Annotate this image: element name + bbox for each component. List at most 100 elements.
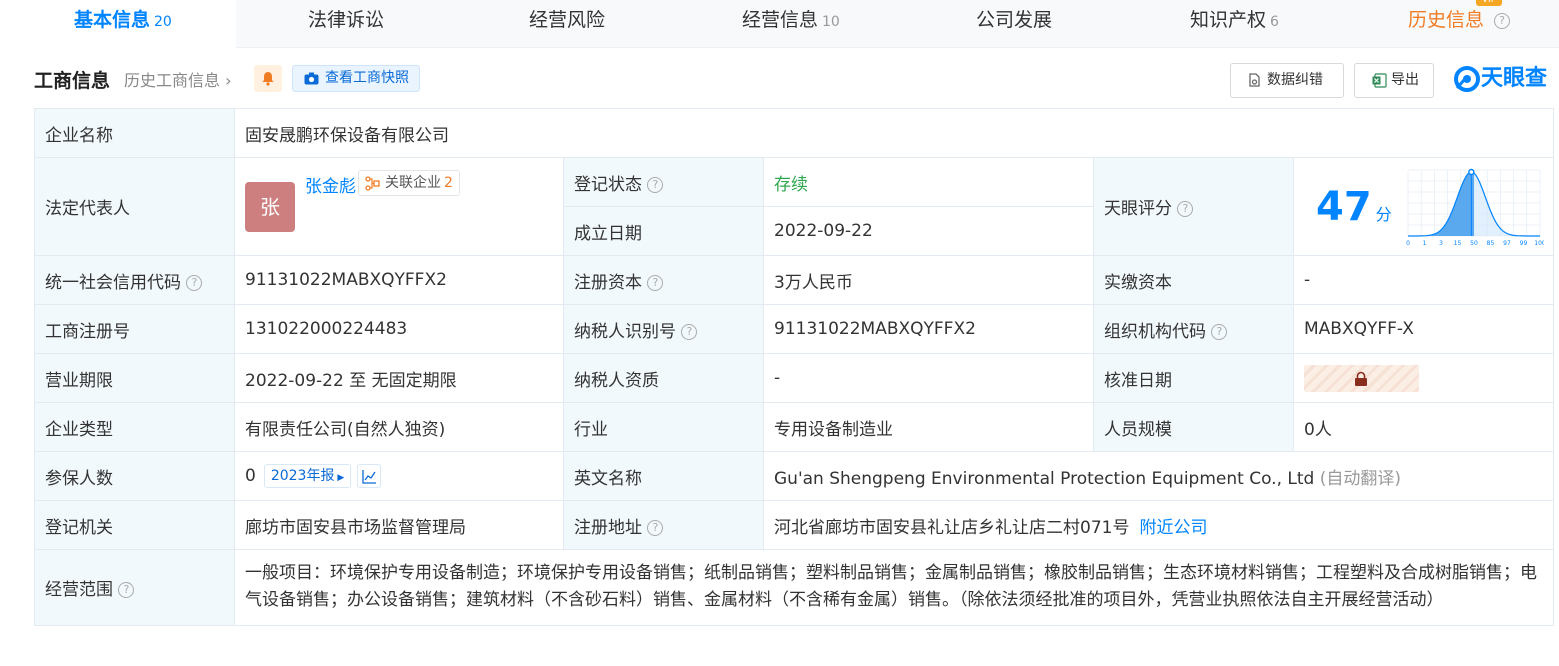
score-value: 47	[1316, 184, 1372, 230]
related-company-button[interactable]: 关联企业 2	[358, 169, 460, 196]
table-row: 参保人数 0 2023年报 ▶ 英文名称 Gu'an Shengpeng Envi…	[34, 451, 1554, 501]
tab-basic-info[interactable]: 基本信息 20	[14, 0, 236, 48]
snapshot-label: 查看工商快照	[325, 70, 409, 86]
tab-operation[interactable]: 经营信息 10	[742, 0, 840, 48]
vip-badge: VIP	[1476, 0, 1503, 6]
history-business-link[interactable]: 历史工商信息 ›	[124, 67, 232, 91]
credit-code-label-text: 统一社会信用代码	[45, 272, 181, 293]
taxpayer-id-label: 纳税人识别号 ?	[563, 304, 764, 354]
monitor-bell-button[interactable]	[254, 65, 282, 92]
tab-label: 知识产权	[1190, 9, 1267, 31]
annual-report-button[interactable]: 2023年报 ▶	[263, 464, 352, 488]
help-icon[interactable]: ?	[118, 582, 135, 598]
tick-label: 15	[1454, 240, 1462, 247]
taxpayer-qual-label: 纳税人资质	[563, 353, 764, 403]
tick-label: 0	[1406, 240, 1410, 247]
paid-capital-value: -	[1293, 255, 1554, 305]
address-cell: 河北省廊坊市固安县礼让店乡礼让店二村071号 附近公司	[763, 500, 1554, 550]
top-tab-bar: 基本信息 20 法律诉讼 经营风险 经营信息 10 公司发展 知识产权 6 历史信息 V…	[14, 0, 1559, 48]
scope-value: 一般项目：环境保护专用设备制造；环境保护专用设备销售；纸制品销售；塑料制品销售；…	[234, 549, 1554, 626]
help-icon[interactable]: ?	[1494, 12, 1511, 29]
table-row: 登记机关 廊坊市固安县市场监督管理局 注册地址 ? 河北省廊坊市固安县礼让店乡礼…	[34, 500, 1554, 550]
scope-label: 经营范围 ?	[34, 549, 235, 626]
logo-text: 天眼查	[1481, 66, 1548, 91]
approve-date-label: 核准日期	[1093, 353, 1294, 403]
insured-label: 参保人数	[34, 451, 235, 501]
staff-value: 0人	[1293, 402, 1554, 452]
edit-document-icon	[1249, 73, 1260, 87]
auto-translate-note: (自动翻译)	[1319, 468, 1401, 489]
reg-capital-label: 注册资本 ?	[563, 255, 764, 305]
industry-value: 专用设备制造业	[763, 402, 1094, 452]
history-link-label: 历史工商信息	[124, 71, 221, 90]
scope-label-text: 经营范围	[45, 580, 113, 600]
approve-date-value	[1293, 353, 1554, 403]
tab-count: 20	[154, 14, 172, 30]
annual-report-label: 2023年报	[270, 468, 335, 484]
en-name-value: Gu'an Shengpeng Environmental Protection…	[774, 468, 1315, 489]
help-icon[interactable]: ?	[681, 323, 698, 340]
authority-value: 廊坊市固安县市场监督管理局	[234, 500, 564, 550]
view-snapshot-button[interactable]: 查看工商快照	[292, 65, 420, 92]
help-icon[interactable]: ?	[1177, 201, 1194, 217]
data-correction-button[interactable]: 数据纠错	[1230, 63, 1344, 98]
tab-development[interactable]: 公司发展	[976, 0, 1052, 48]
camera-icon	[304, 72, 319, 85]
score-area	[1408, 172, 1474, 236]
type-label: 企业类型	[34, 402, 235, 452]
tyc-score-cell[interactable]: 47 分 0 1 3 15 50 85 97 99 100	[1293, 157, 1554, 256]
chevron-right-icon: ›	[220, 71, 232, 90]
export-button[interactable]: 导出	[1354, 63, 1434, 98]
tyc-score-label-text: 天眼评分	[1104, 199, 1172, 219]
staff-label: 人员规模	[1093, 402, 1294, 452]
help-icon[interactable]: ?	[647, 519, 664, 536]
lock-icon	[1355, 371, 1367, 386]
tick-label: 3	[1439, 240, 1443, 247]
help-icon[interactable]: ?	[647, 176, 664, 193]
help-icon[interactable]: ?	[186, 274, 203, 291]
reg-capital-value: 3万人民币	[763, 255, 1094, 305]
tab-label: 公司发展	[976, 9, 1053, 31]
table-row: 统一社会信用代码 ? 91131022MABXQYFFX2 注册资本 ? 3万人…	[34, 255, 1554, 305]
tab-history[interactable]: 历史信息 VIP ?	[1408, 0, 1511, 48]
tab-risk[interactable]: 经营风险	[529, 0, 605, 48]
tab-legal[interactable]: 法律诉讼	[308, 0, 384, 48]
reg-capital-label-text: 注册资本	[574, 272, 642, 293]
related-label: 关联企业	[385, 174, 441, 191]
excel-icon	[1372, 73, 1387, 88]
legal-rep-name[interactable]: 张金彪	[305, 177, 356, 197]
taxpayer-id-value: 91131022MABXQYFFX2	[763, 304, 1094, 354]
taxpayer-id-label-text: 纳税人识别号	[574, 321, 676, 342]
help-icon[interactable]: ?	[647, 274, 664, 291]
authority-label: 登记机关	[34, 500, 235, 550]
tab-count: 6	[1270, 14, 1279, 30]
insured-value: 0	[245, 466, 256, 486]
business-info-table: 企业名称 固安晟鹏环保设备有限公司 法定代表人 张张金彪 关联企业 2 登记状态 ?…	[34, 108, 1554, 626]
tab-ip[interactable]: 知识产权 6	[1190, 0, 1279, 48]
table-row: 营业期限 2022-09-22 至 无固定期限 纳税人资质 - 核准日期	[34, 353, 1554, 403]
table-row: 企业类型 有限责任公司(自然人独资) 行业 专用设备制造业 人员规模 0人	[34, 402, 1554, 452]
reg-status-label-text: 登记状态	[574, 174, 642, 195]
paid-capital-label: 实缴资本	[1093, 255, 1294, 305]
org-code-label-text: 组织机构代码	[1104, 321, 1206, 342]
score-unit: 分	[1375, 205, 1392, 224]
help-icon[interactable]: ?	[1211, 323, 1228, 340]
table-row: 法定代表人 张张金彪 关联企业 2 登记状态 ? 存续 天眼评分 ? 47 分 013…	[34, 157, 1554, 256]
reg-status-value: 存续	[763, 157, 1094, 207]
score-display: 47 分	[1316, 184, 1392, 230]
org-code-label: 组织机构代码 ?	[1093, 304, 1294, 354]
logo-icon	[1454, 66, 1480, 92]
table-row: 工商注册号 131022000224483 纳税人识别号 ? 91131022M…	[34, 304, 1554, 354]
tick-label: 97	[1503, 240, 1511, 247]
type-value: 有限责任公司(自然人独资)	[234, 402, 564, 452]
avatar[interactable]: 张	[245, 181, 295, 232]
nearby-companies-link[interactable]: 附近公司	[1139, 518, 1207, 538]
locked-value[interactable]	[1304, 364, 1419, 392]
tick-label: 50	[1470, 240, 1478, 247]
network-icon	[365, 175, 380, 191]
tab-label: 经营风险	[529, 9, 606, 31]
trend-chart-button[interactable]	[357, 464, 382, 488]
caret-right-icon: ▶	[334, 473, 345, 483]
bell-icon	[262, 72, 274, 86]
table-row: 经营范围 ? 一般项目：环境保护专用设备制造；环境保护专用设备销售；纸制品销售；…	[34, 549, 1554, 626]
